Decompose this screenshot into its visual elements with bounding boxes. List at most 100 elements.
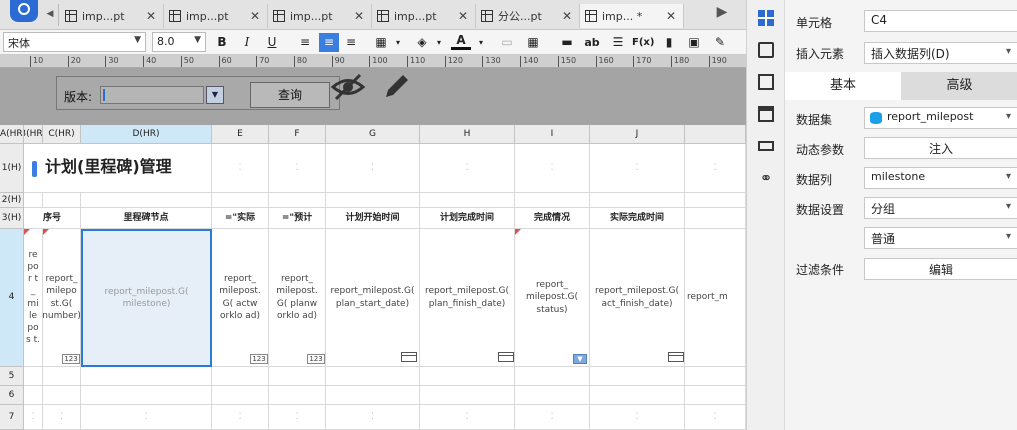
grid-cell[interactable]: ⁚	[590, 405, 685, 430]
grid-cell[interactable]	[212, 367, 269, 386]
grid-cell[interactable]	[24, 193, 43, 208]
image-icon[interactable]: ▣	[684, 33, 704, 52]
grid-cell[interactable]	[212, 193, 269, 208]
grid-cell[interactable]	[269, 386, 326, 405]
grid-cell[interactable]	[590, 386, 685, 405]
data-column-cell[interactable]: report_milepost.G( act_finish_date)	[590, 229, 685, 367]
grid-cell[interactable]	[420, 386, 515, 405]
condition-icon[interactable]	[758, 141, 774, 151]
column-header[interactable]: A(HR)	[0, 125, 24, 144]
column-header[interactable]: F	[269, 125, 326, 144]
chevron-down-icon[interactable]: ▾	[388, 33, 408, 52]
brush-icon[interactable]: ✎	[710, 33, 730, 52]
inject-button[interactable]: 注入	[864, 137, 1017, 159]
grid-cell[interactable]: ⁚	[685, 405, 746, 430]
grid-cell[interactable]	[81, 386, 212, 405]
row-header[interactable]: 5	[0, 367, 24, 386]
row-header[interactable]: 4	[0, 229, 24, 367]
column-header[interactable]: H	[420, 125, 515, 144]
report-title-cell[interactable]: 计划(里程碑)管理	[24, 144, 212, 193]
italic-button[interactable]: I	[237, 33, 257, 52]
row-header[interactable]: 6	[0, 386, 24, 405]
edit-filter-button[interactable]: 编辑	[864, 258, 1017, 280]
column-header[interactable]: C(HR)	[43, 125, 81, 144]
text-ab-icon[interactable]: ab	[582, 33, 602, 52]
column-title-cell[interactable]: 完成情况	[515, 208, 590, 229]
selected-cell-c4[interactable]: report_milepost.G( milestone)	[81, 229, 212, 367]
column-title-cell[interactable]: 实际完成时间	[590, 208, 685, 229]
close-icon[interactable]: ✕	[354, 9, 364, 23]
grid-cell[interactable]: ⁚	[515, 405, 590, 430]
font-family-select[interactable]: 宋体 ▼	[3, 32, 146, 52]
row-header[interactable]: 3(H)	[0, 208, 24, 229]
data-column-cell[interactable]: repor t_ mi le pos t.	[24, 229, 43, 367]
insert-element-select[interactable]: 插入数据列(D) ▾	[864, 42, 1017, 64]
cell-attribute-icon[interactable]	[758, 74, 774, 90]
link-icon[interactable]: ▬	[557, 33, 577, 52]
column-header[interactable]	[685, 125, 746, 144]
grid-cell[interactable]: ⁚	[420, 144, 515, 193]
column-title-cell[interactable]: 计划完成时间	[420, 208, 515, 229]
chevron-down-icon[interactable]: ▼	[206, 86, 224, 104]
grid-cell[interactable]	[685, 208, 746, 229]
grid-cell[interactable]: ⁚	[269, 144, 326, 193]
grid-cell[interactable]: ⁚	[43, 405, 81, 430]
grid-cell[interactable]: ⁚	[685, 144, 746, 193]
close-icon[interactable]: ✕	[458, 9, 468, 23]
grid-cell[interactable]: ⁚	[212, 405, 269, 430]
row-header[interactable]: 1(H)	[0, 144, 24, 193]
grid-cell[interactable]	[43, 386, 81, 405]
grid-cell[interactable]	[515, 367, 590, 386]
grid-cell[interactable]	[420, 367, 515, 386]
cell-field[interactable]: C4	[864, 10, 1017, 32]
grid-cell[interactable]	[269, 367, 326, 386]
close-icon[interactable]: ✕	[666, 9, 676, 23]
app-logo-icon[interactable]	[10, 0, 38, 22]
column-header[interactable]: B(HR)	[24, 125, 43, 144]
data-setting-mode-select[interactable]: 普通 ▾	[864, 227, 1017, 249]
grid-cell[interactable]	[269, 193, 326, 208]
file-tab[interactable]: imp...pt ✕	[60, 4, 164, 28]
bar-chart-icon[interactable]: ▮	[659, 33, 679, 52]
chevron-down-icon[interactable]: ▾	[429, 33, 449, 52]
data-setting-select[interactable]: 分组 ▾	[864, 197, 1017, 219]
column-title-cell[interactable]: 里程碑节点	[81, 208, 212, 229]
widget-icon[interactable]	[758, 106, 774, 122]
data-column-cell[interactable]: report_ milepost.G( status)	[515, 229, 590, 367]
grid-cell[interactable]: ⁚	[515, 144, 590, 193]
column-header[interactable]: G	[326, 125, 420, 144]
tab-advanced[interactable]: 高级	[901, 72, 1017, 100]
data-column-cell[interactable]: report_m	[685, 229, 746, 367]
grid-cell[interactable]	[43, 193, 81, 208]
cell-element-icon[interactable]	[758, 42, 774, 58]
close-icon[interactable]: ✕	[146, 9, 156, 23]
align-left-icon[interactable]: ≡	[295, 33, 315, 52]
file-tab[interactable]: imp...pt ✕	[268, 4, 372, 28]
tab-scroll-left-icon[interactable]: ◀	[44, 8, 56, 20]
grid-cell[interactable]	[685, 386, 746, 405]
column-title-cell[interactable]: 序号	[24, 208, 81, 229]
grid-cell[interactable]	[24, 386, 43, 405]
tab-menu-icon[interactable]: ▶	[716, 5, 728, 19]
grid-cell[interactable]	[515, 386, 590, 405]
grid-cell[interactable]: ⁚	[420, 405, 515, 430]
grid-cell[interactable]	[81, 367, 212, 386]
data-column-cell[interactable]: report_ milepost. G( planw orklo ad)	[269, 229, 326, 367]
grid-cell[interactable]	[326, 386, 420, 405]
grid-cell[interactable]	[326, 193, 420, 208]
grid-cell[interactable]	[43, 367, 81, 386]
dataset-select[interactable]: report_milepost ▾	[864, 107, 1017, 129]
grid-cell[interactable]: ⁚	[24, 405, 43, 430]
file-tab[interactable]: imp...pt ✕	[372, 4, 476, 28]
grid-cell[interactable]	[81, 193, 212, 208]
grid-cell[interactable]: ⁚	[326, 144, 420, 193]
grid-cell[interactable]: ⁚	[326, 405, 420, 430]
table-icon[interactable]: ▦	[523, 33, 543, 52]
row-header[interactable]: 2(H)	[0, 193, 24, 208]
align-right-icon[interactable]: ≡	[341, 33, 361, 52]
close-icon[interactable]: ✕	[562, 9, 572, 23]
data-column-cell[interactable]: report_milepost.G( plan_start_date)	[326, 229, 420, 367]
font-size-select[interactable]: 8.0 ▼	[152, 32, 206, 52]
column-title-cell[interactable]: ="预计	[269, 208, 326, 229]
grid-cell[interactable]: ⁚	[269, 405, 326, 430]
